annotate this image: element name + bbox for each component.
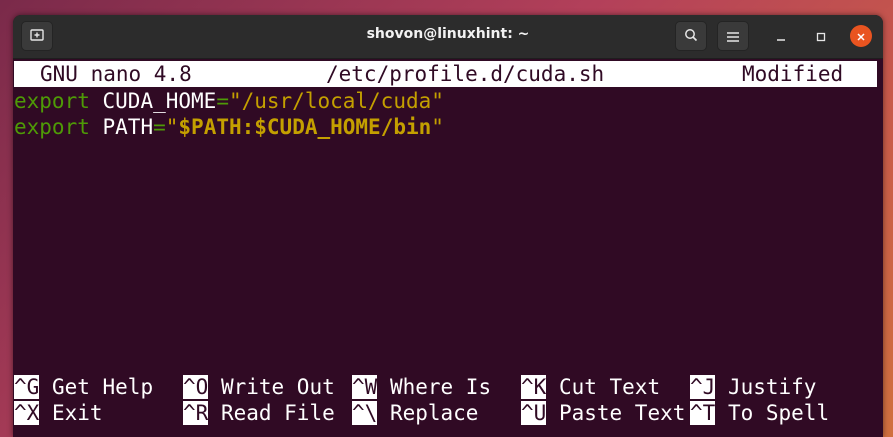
- shortcut-write-out[interactable]: ^O Write Out: [183, 374, 335, 400]
- maximize-icon: [816, 27, 826, 46]
- code-line: export CUDA_HOME="/usr/local/cuda": [14, 88, 444, 114]
- shortcut-key: ^T: [690, 401, 716, 425]
- code-interpolation: $PATH:$CUDA_HOME/bin: [178, 115, 432, 139]
- shortcut-replace[interactable]: ^\ Replace: [352, 400, 478, 426]
- shortcut-key: ^R: [183, 401, 209, 425]
- code-keyword: export: [14, 89, 90, 113]
- shortcut-label: Where Is: [389, 375, 492, 399]
- shortcut-get-help[interactable]: ^G Get Help: [14, 374, 153, 400]
- code-keyword: export: [14, 115, 90, 139]
- shortcut-key: ^U: [521, 401, 547, 425]
- shortcut-label: Paste Text: [558, 401, 686, 425]
- shortcut-read-file[interactable]: ^R Read File: [183, 400, 335, 426]
- window-title: shovon@linuxhint: ~: [366, 26, 530, 42]
- terminal-window: shovon@linuxhint: ~ GNU nano 4.8 /etc/pr…: [13, 15, 883, 437]
- minimize-button[interactable]: [770, 25, 792, 47]
- shortcut-key: ^\: [352, 401, 378, 425]
- shortcut-key: ^W: [352, 375, 378, 399]
- code-line: export PATH="$PATH:$CUDA_HOME/bin": [14, 114, 444, 140]
- shortcut-exit[interactable]: ^X Exit: [14, 400, 103, 426]
- nano-version: GNU nano 4.8: [40, 62, 192, 86]
- hamburger-menu-icon: [727, 27, 739, 46]
- title-bar: shovon@linuxhint: ~: [13, 15, 883, 59]
- menu-button[interactable]: [717, 21, 749, 51]
- code-equals: =: [216, 89, 229, 113]
- code-var-name: CUDA_HOME: [102, 89, 217, 113]
- code-equals: =: [153, 115, 166, 139]
- nano-header-bar: GNU nano 4.8 /etc/profile.d/cuda.sh Modi…: [14, 61, 877, 87]
- shortcut-where-is[interactable]: ^W Where Is: [352, 374, 491, 400]
- shortcut-justify[interactable]: ^J Justify: [690, 374, 816, 400]
- close-button-circle: [850, 25, 872, 47]
- search-icon: [684, 27, 698, 46]
- search-button[interactable]: [675, 21, 707, 51]
- minimize-icon: [776, 27, 786, 46]
- shortcut-key: ^K: [521, 375, 547, 399]
- code-string-end: ": [431, 115, 444, 139]
- shortcut-label: Read File: [220, 401, 335, 425]
- shortcut-cut-text[interactable]: ^K Cut Text: [521, 374, 660, 400]
- shortcut-label: Exit: [51, 401, 103, 425]
- shortcut-label: Write Out: [220, 375, 335, 399]
- close-button[interactable]: [850, 25, 872, 47]
- shortcut-key: ^X: [14, 401, 40, 425]
- nano-filename: /etc/profile.d/cuda.sh: [326, 62, 605, 86]
- shortcut-label: Get Help: [51, 375, 154, 399]
- code-string: "/usr/local/cuda": [228, 89, 444, 113]
- nano-status: Modified: [742, 62, 844, 86]
- maximize-button[interactable]: [810, 25, 832, 47]
- shortcut-key: ^O: [183, 375, 209, 399]
- shortcut-label: Replace: [389, 401, 479, 425]
- shortcut-paste-text[interactable]: ^U Paste Text: [521, 400, 685, 426]
- code-var-name: PATH: [102, 115, 154, 139]
- shortcut-label: To Spell: [727, 401, 830, 425]
- code-string: ": [165, 115, 179, 139]
- terminal-content[interactable]: GNU nano 4.8 /etc/profile.d/cuda.sh Modi…: [13, 59, 883, 437]
- shortcut-label: Justify: [727, 375, 817, 399]
- shortcut-to-spell[interactable]: ^T To Spell: [690, 400, 829, 426]
- shortcut-key: ^J: [690, 375, 716, 399]
- shortcut-key: ^G: [14, 375, 40, 399]
- close-icon: [856, 27, 866, 46]
- shortcut-label: Cut Text: [558, 375, 661, 399]
